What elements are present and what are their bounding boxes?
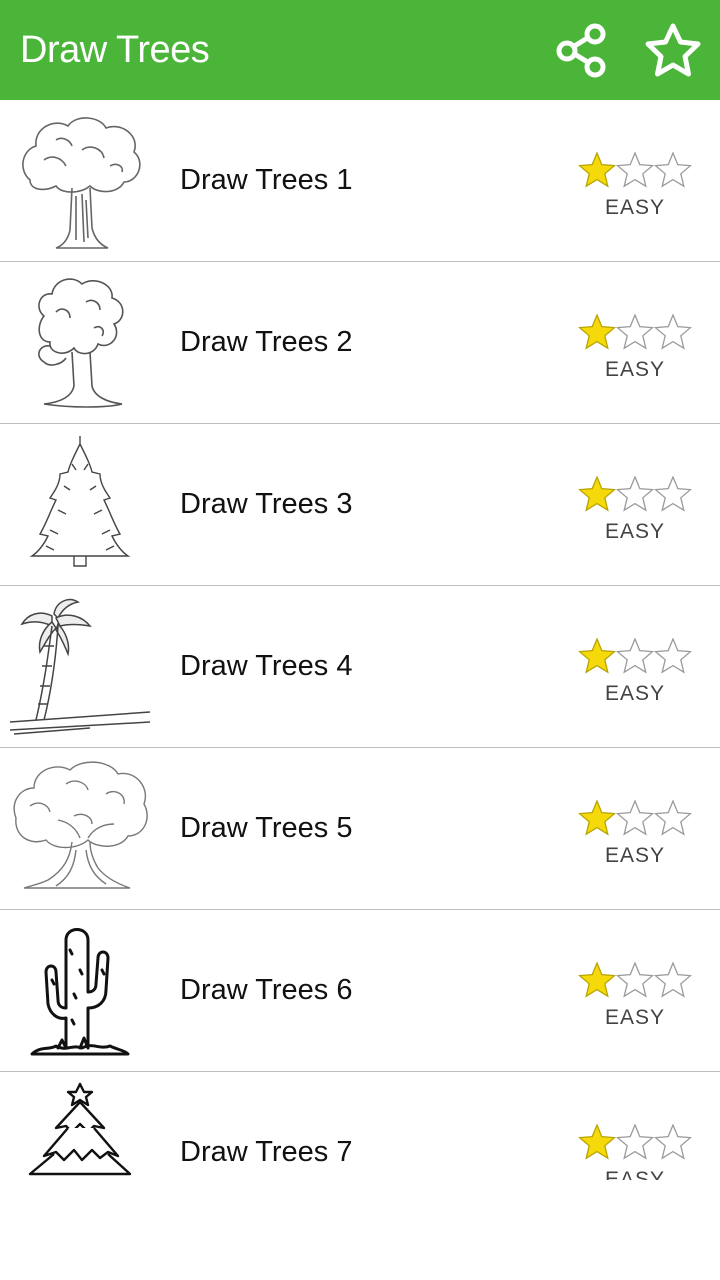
difficulty-label: EASY xyxy=(604,196,666,219)
tree-thumbnail xyxy=(10,434,150,574)
star-empty-icon xyxy=(615,152,655,188)
item-title: Draw Trees 7 xyxy=(180,1136,353,1168)
star-empty-icon xyxy=(653,314,692,350)
tree-thumbnail xyxy=(10,1082,150,1180)
tree-thumbnail xyxy=(10,920,150,1060)
lesson-list[interactable]: Draw Trees 1 EASY Draw Trees 2 EASY Draw Tre… xyxy=(0,100,720,1180)
difficulty-stars xyxy=(578,476,692,514)
app-bar: Draw Trees xyxy=(0,0,720,100)
star-empty-icon xyxy=(653,638,692,674)
list-item[interactable]: Draw Trees 7 EASY xyxy=(0,1072,720,1180)
difficulty-stars xyxy=(578,314,692,352)
tree-thumbnail xyxy=(10,110,150,250)
star-empty-icon xyxy=(653,476,692,512)
star-filled-icon xyxy=(578,314,617,350)
list-item[interactable]: Draw Trees 5 EASY xyxy=(0,748,720,910)
star-empty-icon xyxy=(653,800,692,836)
star-empty-icon xyxy=(653,1124,692,1160)
star-empty-icon xyxy=(653,962,692,998)
tree-thumbnail xyxy=(10,596,150,736)
list-item[interactable]: Draw Trees 2 EASY xyxy=(0,262,720,424)
item-title: Draw Trees 3 xyxy=(180,488,353,520)
difficulty-stars xyxy=(578,962,692,1000)
difficulty-stars xyxy=(578,1124,692,1162)
star-filled-icon xyxy=(578,152,617,188)
list-item[interactable]: Draw Trees 6 EASY xyxy=(0,910,720,1072)
app-title: Draw Trees xyxy=(20,29,210,71)
item-title: Draw Trees 2 xyxy=(180,326,353,358)
item-title: Draw Trees 4 xyxy=(180,650,353,682)
star-empty-icon xyxy=(615,314,655,350)
difficulty-label: EASY xyxy=(604,520,666,543)
difficulty-stars xyxy=(578,152,692,190)
star-empty-icon xyxy=(615,476,655,512)
difficulty-stars xyxy=(578,638,692,676)
list-item[interactable]: Draw Trees 1 EASY xyxy=(0,100,720,262)
share-button[interactable] xyxy=(550,20,612,82)
star-empty-icon xyxy=(615,800,655,836)
star-empty-icon xyxy=(615,1124,655,1160)
difficulty-label: EASY xyxy=(604,358,666,381)
star-filled-icon xyxy=(578,962,617,998)
star-empty-icon xyxy=(653,152,692,188)
list-item[interactable]: Draw Trees 4 EASY xyxy=(0,586,720,748)
star-filled-icon xyxy=(578,638,617,674)
star-filled-icon xyxy=(578,1124,617,1160)
tree-thumbnail xyxy=(10,272,150,412)
bottom-spacer xyxy=(0,1180,720,1280)
star-outline-icon xyxy=(645,23,701,77)
star-empty-icon xyxy=(615,638,655,674)
tree-thumbnail xyxy=(10,758,150,898)
favorite-button[interactable] xyxy=(642,20,704,82)
difficulty-label: EASY xyxy=(604,1168,666,1180)
difficulty-label: EASY xyxy=(604,844,666,867)
star-empty-icon xyxy=(615,962,655,998)
list-item[interactable]: Draw Trees 3 EASY xyxy=(0,424,720,586)
item-title: Draw Trees 6 xyxy=(180,974,353,1006)
difficulty-label: EASY xyxy=(604,682,666,705)
item-title: Draw Trees 5 xyxy=(180,812,353,844)
share-icon xyxy=(556,23,606,78)
difficulty-label: EASY xyxy=(604,1006,666,1029)
star-filled-icon xyxy=(578,476,617,512)
item-title: Draw Trees 1 xyxy=(180,164,353,196)
star-filled-icon xyxy=(578,800,617,836)
difficulty-stars xyxy=(578,800,692,838)
